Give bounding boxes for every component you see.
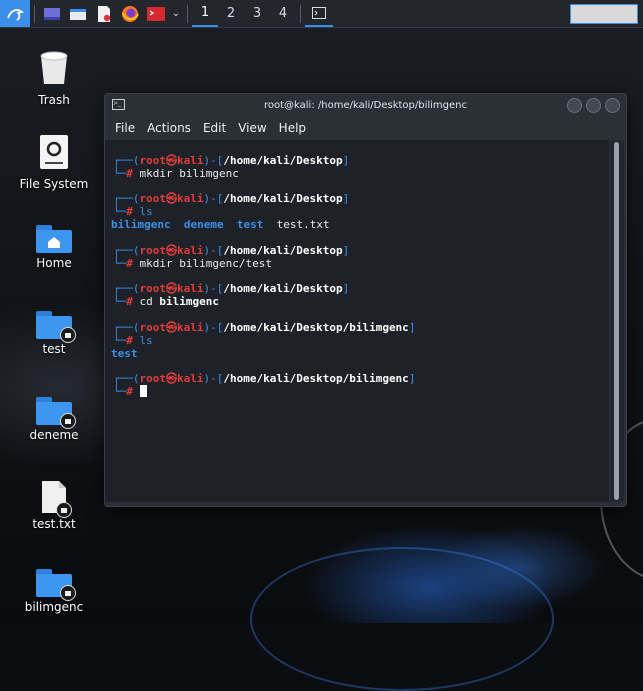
scrollbar-thumb[interactable] [614,142,619,500]
folder-icon [36,569,76,601]
taskbar: ⌄ 1 2 3 4 [0,0,643,28]
minimize-button[interactable] [567,98,582,113]
terminal-title: root@kali: /home/kali/Desktop/bilimgenc [263,99,468,111]
menu-actions[interactable]: Actions [147,121,191,135]
desktop-icon-test[interactable]: test [14,311,94,356]
desktop-icon-label: Home [36,256,72,270]
lock-icon [60,585,76,601]
terminal-output[interactable]: ┌──(root㉿kali)-[/home/kali/Desktop] └─# … [105,140,609,502]
command-line[interactable]: └─# [113,385,147,398]
prompt-line: ┌──(root㉿kali)-[/home/kali/Desktop] [113,192,350,205]
workspace-2[interactable]: 2 [218,0,244,27]
background-window-preview[interactable] [570,4,638,24]
close-button[interactable] [605,98,620,113]
desktop-icon-deneme[interactable]: deneme [14,397,94,442]
folder-icon [36,397,76,429]
lock-icon [56,502,72,518]
desktop-icon-home[interactable]: Home [14,225,94,270]
desktop-icon-trash[interactable]: Trash [14,48,94,107]
workspace-1[interactable]: 1 [192,0,218,27]
desktop-icon-label: Trash [38,93,70,107]
command-line: └─# cd bilimgenc [113,295,219,308]
home-folder-icon [36,225,72,253]
ls-output-line: bilimgenc deneme test test.txt [111,218,330,231]
text-cursor [139,385,147,397]
prompt-line: ┌──(root㉿kali)-[/home/kali/Desktop] [113,282,350,295]
show-desktop-icon[interactable] [39,0,65,27]
prompt-line: ┌──(root㉿kali)-[/home/kali/Desktop] [113,244,350,257]
desktop-icon-bilimgenc[interactable]: bilimgenc [14,569,94,614]
trash-icon [40,51,68,84]
desktop-icon-file-system[interactable]: File System [14,134,94,191]
kali-menu-icon[interactable] [0,0,30,27]
desktop-icon-label: deneme [29,428,79,442]
desktop-icon-label: test [42,342,66,356]
lock-icon [60,327,76,343]
menu-help[interactable]: Help [279,121,306,135]
menu-edit[interactable]: Edit [203,121,226,135]
command-line: └─# mkdir bilimgenc [113,167,239,180]
text-file-icon [40,480,72,518]
workspace-4[interactable]: 4 [270,0,296,27]
menu-file[interactable]: File [115,121,135,135]
maximize-button[interactable] [586,98,601,113]
prompt-line: ┌──(root㉿kali)-[/home/kali/Desktop/bilim… [113,321,416,334]
desktop-icon-label: File System [19,177,89,191]
command-line: └─# mkdir bilimgenc/test [113,257,272,270]
terminal-window[interactable]: >_ root@kali: /home/kali/Desktop/bilimge… [104,93,627,507]
text-editor-icon[interactable] [91,0,117,27]
terminal-small-icon: >_ [112,99,125,110]
prompt-line: ┌──(root㉿kali)-[/home/kali/Desktop/bilim… [113,372,416,385]
terminal-titlebar[interactable]: >_ root@kali: /home/kali/Desktop/bilimge… [105,94,626,116]
desktop-icon-test-txt[interactable]: test.txt [14,480,94,531]
desktop-icon-label: test.txt [32,517,76,531]
firefox-icon[interactable] [117,0,143,27]
chevron-down-icon[interactable]: ⌄ [169,0,183,27]
menu-view[interactable]: View [238,121,266,135]
terminal-icon[interactable] [143,0,169,27]
lock-icon [60,413,76,429]
terminal-window-icon [312,6,326,19]
ls-output-line: test [111,347,138,360]
prompt-line: ┌──(root㉿kali)-[/home/kali/Desktop] [113,154,350,167]
command-line: └─# ls [113,205,153,218]
drive-icon [40,135,68,169]
desktop-icon-label: bilimgenc [24,600,84,614]
file-manager-icon[interactable] [65,0,91,27]
terminal-menubar: File Actions Edit View Help [105,116,626,140]
terminal-task-button[interactable] [305,0,333,27]
command-line: └─# ls [113,334,153,347]
workspace-3[interactable]: 3 [244,0,270,27]
folder-icon [36,311,76,343]
